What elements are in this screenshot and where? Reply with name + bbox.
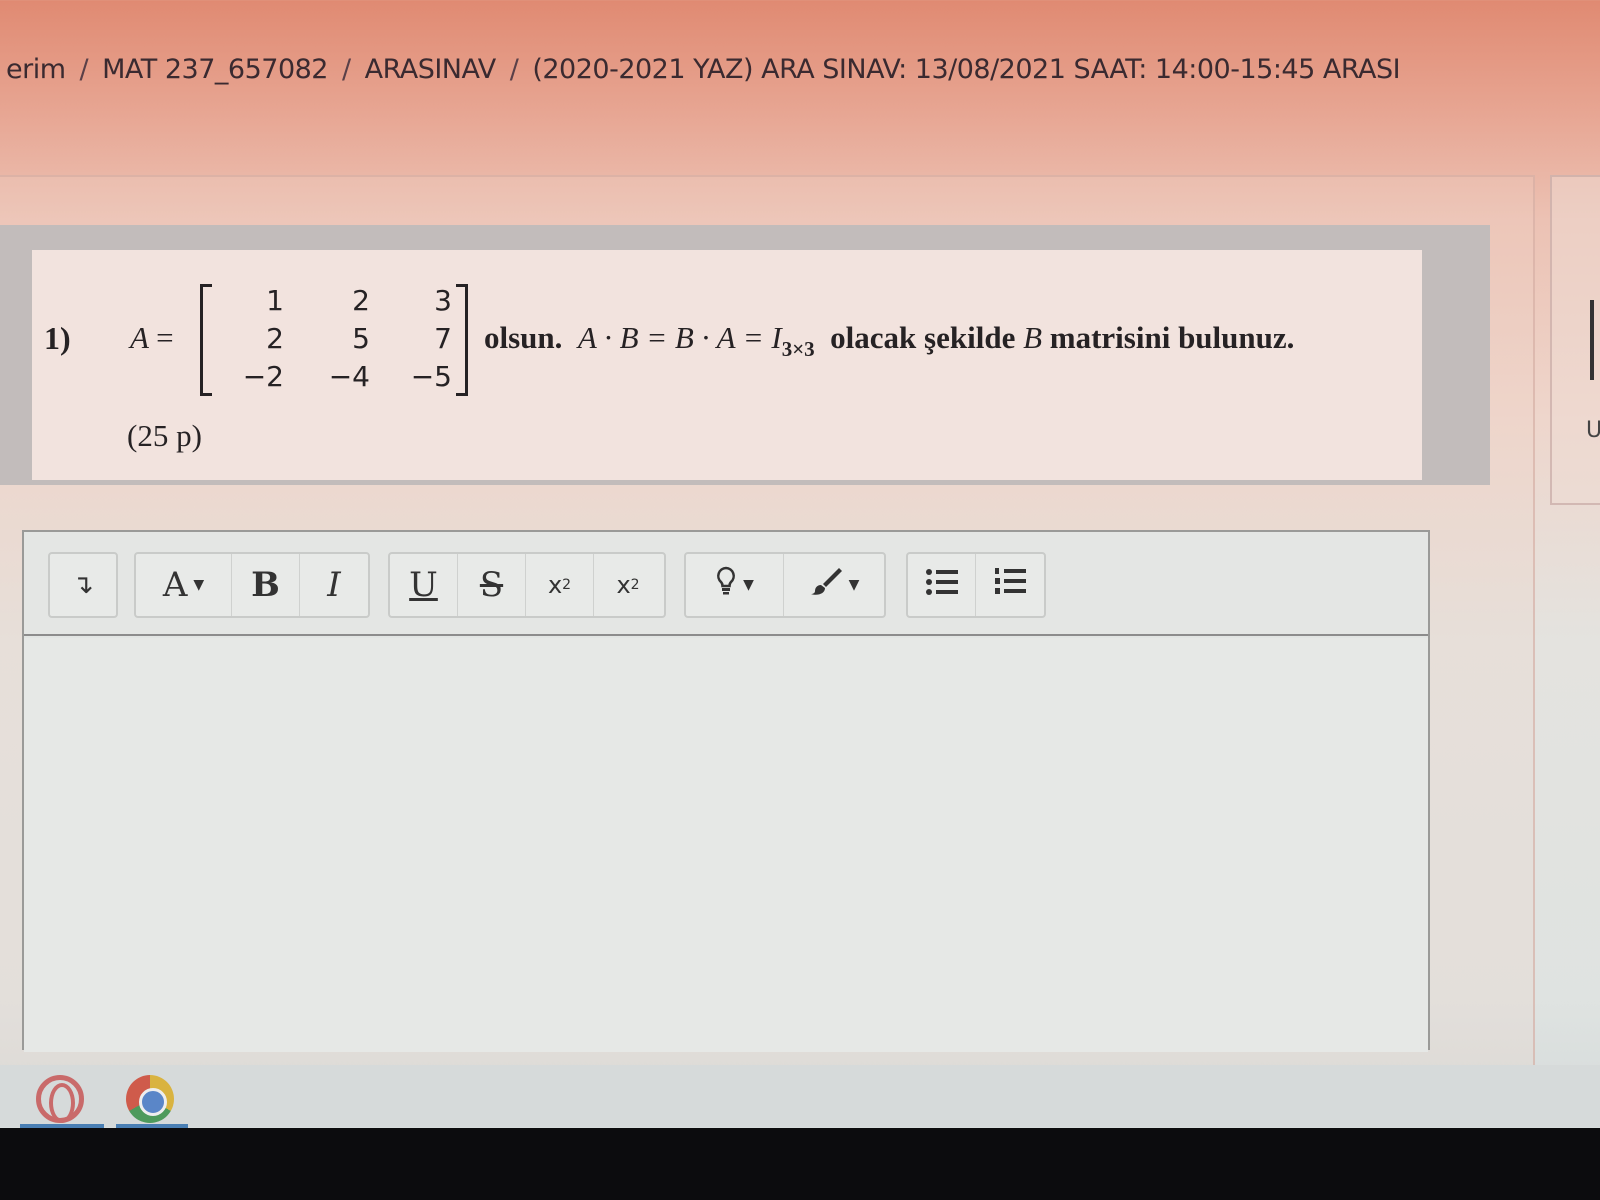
- eq-a: A: [716, 320, 735, 355]
- eq-dot: ·: [693, 320, 717, 355]
- subscript-mark: 2: [562, 577, 572, 593]
- navigation-block-edge: [1590, 300, 1598, 380]
- matrix-cell: −5: [410, 360, 452, 393]
- breadcrumb-item-home[interactable]: erim: [6, 54, 66, 85]
- eq-a: A: [577, 320, 597, 355]
- eq-b: B: [674, 320, 694, 355]
- olsun-text: olsun.: [484, 320, 563, 355]
- monitor-bezel: [0, 1128, 1600, 1200]
- matrix-cell: 3: [434, 284, 452, 317]
- toolbar-expand-button[interactable]: ↴: [50, 554, 116, 616]
- question-text: 1) A = 1 2 3 2 5 7 −2 −4 −5 olsun. A · B…: [32, 250, 1422, 480]
- superscript-button[interactable]: x2: [594, 554, 662, 616]
- chevron-down-icon: ▼: [193, 577, 205, 593]
- toolbar-group-expand: ↴: [48, 552, 118, 618]
- matrix-cell: −2: [242, 360, 284, 393]
- answer-editor: ↴ A ▼ B I U S x2 x2 ▼ ▼: [22, 530, 1430, 1052]
- matrix-cell: −4: [328, 360, 370, 393]
- numbered-list-icon: [993, 565, 1027, 605]
- breadcrumb-item-section[interactable]: ARASINAV: [365, 54, 497, 85]
- font-style-label: A: [162, 565, 188, 605]
- question-statement: olsun. A · B = B · A = I3×3 olacak şekil…: [484, 320, 1294, 362]
- eq-b: B: [619, 320, 639, 355]
- subscript-button[interactable]: x2: [526, 554, 594, 616]
- bullet-list-icon: [925, 565, 959, 605]
- toolbar-group-format: A ▼ B I: [134, 552, 370, 618]
- chrome-icon[interactable]: [126, 1075, 174, 1123]
- opera-icon[interactable]: [36, 1075, 84, 1123]
- question-number: 1): [44, 320, 71, 356]
- numbered-list-button[interactable]: [976, 554, 1044, 616]
- subscript-base: x: [547, 571, 563, 599]
- eq-b: B: [1023, 320, 1043, 355]
- superscript-base: x: [616, 571, 631, 599]
- matrix-name: A: [130, 320, 149, 355]
- breadcrumb-separator: /: [79, 53, 89, 85]
- eq-identity: I: [771, 320, 782, 355]
- paint-button[interactable]: ▼: [784, 554, 884, 616]
- breadcrumb-separator: /: [341, 53, 351, 85]
- strikethrough-button[interactable]: S: [458, 554, 526, 616]
- hint-button[interactable]: ▼: [686, 554, 784, 616]
- chevron-down-icon: ▼: [848, 577, 860, 593]
- breadcrumb-item-exam[interactable]: (2020-2021 YAZ) ARA SINAV: 13/08/2021 SA…: [532, 54, 1400, 85]
- eq-equals: =: [638, 320, 675, 355]
- bullet-list-button[interactable]: [908, 554, 976, 616]
- breadcrumb-separator: /: [509, 53, 519, 85]
- olacak-text: olacak şekilde: [830, 320, 1016, 355]
- equals-sign: =: [156, 320, 174, 355]
- toolbar-group-text: U S x2 x2: [388, 552, 666, 618]
- matrix-left-bracket: [200, 284, 212, 396]
- toolbar-group-insert: ▼ ▼: [684, 552, 886, 618]
- toolbar-group-lists: [906, 552, 1046, 618]
- superscript-mark: 2: [630, 577, 640, 593]
- matrix-cell: 2: [352, 284, 370, 317]
- question-points: (25 p): [127, 418, 202, 453]
- taskbar: [0, 1065, 1600, 1127]
- editor-toolbar: ↴ A ▼ B I U S x2 x2 ▼ ▼: [24, 532, 1428, 636]
- underline-button[interactable]: U: [390, 554, 458, 616]
- eq-identity-subscript: 3×3: [781, 337, 815, 361]
- navigation-panel-letter: U: [1586, 418, 1600, 443]
- italic-button[interactable]: I: [300, 554, 368, 616]
- breadcrumb-item-course[interactable]: MAT 237_657082: [102, 54, 328, 85]
- answer-text-area[interactable]: [24, 638, 1428, 1052]
- font-style-button[interactable]: A ▼: [136, 554, 232, 616]
- matrix-label: A =: [130, 320, 174, 356]
- matrix-right-bracket: [456, 284, 468, 396]
- brush-icon: [809, 565, 843, 605]
- matrix-cell: 7: [434, 322, 452, 355]
- matrix-cell: 2: [266, 322, 284, 355]
- eq-equals: =: [734, 320, 772, 355]
- bold-button[interactable]: B: [232, 554, 300, 616]
- matrix-a: 1 2 3 2 5 7 −2 −4 −5: [200, 284, 468, 396]
- chevron-down-icon: ▼: [743, 577, 754, 593]
- lightbulb-icon: [715, 565, 737, 605]
- breadcrumb: erim / MAT 237_657082 / ARASINAV / (2020…: [0, 44, 1406, 94]
- eq-dot: ·: [596, 320, 620, 355]
- find-text: matrisini bulunuz.: [1049, 320, 1295, 355]
- matrix-cell: 5: [352, 322, 370, 355]
- matrix-cell: 1: [266, 284, 284, 317]
